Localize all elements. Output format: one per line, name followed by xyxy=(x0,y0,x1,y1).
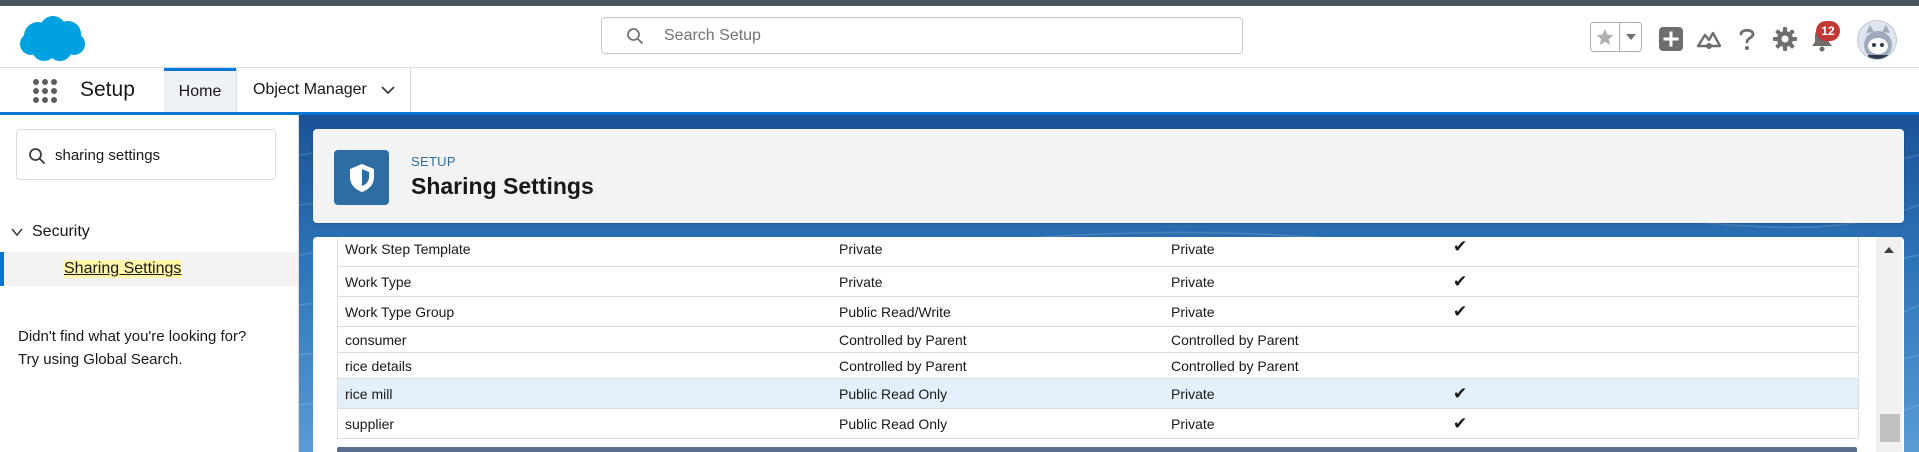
chevron-down-icon xyxy=(11,228,23,237)
external-access-cell: Private xyxy=(1171,415,1215,432)
app-launcher-icon[interactable] xyxy=(32,78,58,104)
caret-down-icon xyxy=(1625,34,1636,40)
help-button[interactable] xyxy=(1733,25,1761,53)
org-wide-defaults-table: Work Step Template Private Private ✔ Wor… xyxy=(337,237,1859,439)
favorites-control[interactable] xyxy=(1590,22,1642,52)
search-icon xyxy=(29,148,45,164)
not-found-line-2: Try using Global Search. xyxy=(18,351,183,368)
object-name-cell: Work Type xyxy=(345,273,412,290)
page-title: Sharing Settings xyxy=(411,173,594,199)
panel-scrollbar[interactable] xyxy=(1876,237,1902,452)
search-placeholder: Search Setup xyxy=(664,27,761,44)
tab-home[interactable]: Home xyxy=(164,68,236,112)
not-found-line-1: Didn't find what you're looking for? xyxy=(18,328,247,345)
app-nav-bar: Setup Home Object Manager xyxy=(0,68,1919,115)
global-actions-button[interactable] xyxy=(1657,25,1685,53)
search-icon xyxy=(627,28,643,44)
app-name: Setup xyxy=(80,78,135,101)
object-name-cell: Work Type Group xyxy=(345,303,455,320)
internal-access-cell: Private xyxy=(839,241,883,257)
grant-access-hierarchy-checkmark: ✔ xyxy=(1453,301,1468,321)
notification-count-badge: 12 xyxy=(1816,21,1840,41)
table-row: rice details Controlled by Parent Contro… xyxy=(338,353,1858,379)
favorite-star-button[interactable] xyxy=(1591,23,1620,51)
table-row: Work Type Private Private ✔ xyxy=(338,267,1858,297)
quick-find-input[interactable] xyxy=(55,144,265,166)
user-avatar[interactable] xyxy=(1857,20,1897,60)
add-icon xyxy=(1659,27,1683,51)
setup-sidebar: Security Sharing Settings Didn't find wh… xyxy=(0,115,299,452)
tree-item-sharing-settings[interactable]: Sharing Settings xyxy=(0,252,298,286)
page-header: SETUP Sharing Settings xyxy=(313,129,1904,223)
tab-home-label: Home xyxy=(178,82,222,100)
table-row: consumer Controlled by Parent Controlled… xyxy=(338,327,1858,353)
main-content-area: SETUP Sharing Settings Work Step Templat… xyxy=(299,115,1919,452)
global-search-box[interactable]: Search Setup xyxy=(601,17,1243,54)
tree-item-label[interactable]: Sharing Settings xyxy=(64,260,182,278)
internal-access-cell: Public Read Only xyxy=(839,385,948,402)
tab-object-manager[interactable]: Object Manager xyxy=(236,68,411,112)
star-icon xyxy=(1596,29,1614,45)
section-header-bar xyxy=(337,447,1857,452)
internal-access-cell: Public Read/Write xyxy=(839,303,951,320)
shield-icon xyxy=(349,163,374,192)
salesforce-cloud-logo[interactable] xyxy=(18,14,88,64)
internal-access-cell: Controlled by Parent xyxy=(839,357,967,374)
sharing-settings-panel: Work Step Template Private Private ✔ Wor… xyxy=(313,237,1904,452)
chevron-down-icon[interactable] xyxy=(380,82,396,98)
tab-object-manager-label: Object Manager xyxy=(253,81,367,98)
page-eyebrow: SETUP xyxy=(411,154,456,169)
external-access-cell: Private xyxy=(1171,273,1215,290)
table-row: supplier Public Read Only Private ✔ xyxy=(338,409,1858,439)
table-row: Work Type Group Public Read/Write Privat… xyxy=(338,297,1858,327)
object-name-cell: supplier xyxy=(345,415,395,432)
tree-section-label: Security xyxy=(32,223,90,240)
object-name-cell: Work Step Template xyxy=(345,241,471,257)
table-row: Work Step Template Private Private ✔ xyxy=(338,237,1858,267)
object-name-cell: rice details xyxy=(345,357,412,374)
trailhead-icon xyxy=(1696,31,1722,49)
tree-section-security[interactable]: Security xyxy=(10,223,90,241)
global-header: Search Setup 12 xyxy=(0,6,1919,68)
external-access-cell: Private xyxy=(1171,303,1215,320)
external-access-cell: Controlled by Parent xyxy=(1171,357,1299,374)
gear-icon xyxy=(1773,27,1797,51)
table-row: rice mill Public Read Only Private ✔ xyxy=(338,379,1858,409)
scrollbar-thumb[interactable] xyxy=(1880,414,1900,442)
grant-access-hierarchy-checkmark: ✔ xyxy=(1453,413,1468,433)
internal-access-cell: Private xyxy=(839,273,883,290)
internal-access-cell: Public Read Only xyxy=(839,415,948,432)
external-access-cell: Private xyxy=(1171,241,1215,257)
external-access-cell: Controlled by Parent xyxy=(1171,331,1299,348)
internal-access-cell: Controlled by Parent xyxy=(839,331,967,348)
scroll-up-arrow-icon[interactable] xyxy=(1883,245,1895,255)
object-name-cell: rice mill xyxy=(345,385,393,402)
grant-access-hierarchy-checkmark: ✔ xyxy=(1453,237,1468,256)
grant-access-hierarchy-checkmark: ✔ xyxy=(1453,271,1468,291)
setup-page-icon xyxy=(334,150,389,205)
astro-avatar-icon xyxy=(1864,25,1892,59)
grant-access-hierarchy-checkmark: ✔ xyxy=(1453,383,1468,403)
not-found-hint: Didn't find what you're looking for? Try… xyxy=(18,325,288,371)
help-icon xyxy=(1739,28,1755,50)
object-name-cell: consumer xyxy=(345,331,407,348)
setup-gear-button[interactable] xyxy=(1771,25,1799,53)
quick-find-box[interactable] xyxy=(16,129,276,180)
external-access-cell: Private xyxy=(1171,385,1215,402)
favorites-dropdown-button[interactable] xyxy=(1620,23,1641,51)
trailhead-guidance-button[interactable] xyxy=(1695,25,1723,53)
